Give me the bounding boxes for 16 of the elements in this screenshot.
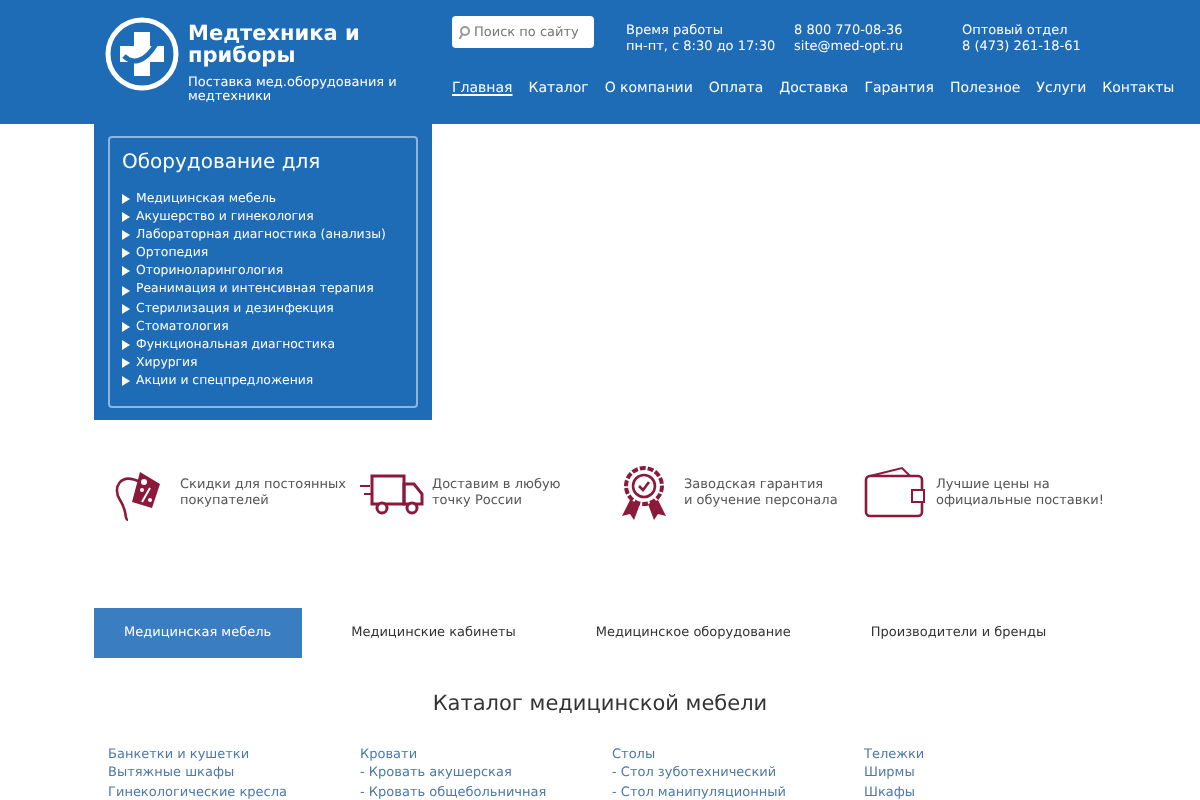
- bullet-icon: [122, 321, 130, 332]
- search-icon: [458, 26, 470, 40]
- bullet-icon: [122, 303, 130, 314]
- bullet-icon: [122, 357, 130, 368]
- logo-title: Медтехника и приборы: [188, 24, 362, 68]
- logo-icon: [104, 16, 180, 92]
- bullet-icon: [122, 194, 130, 205]
- bullet-icon: [122, 339, 130, 350]
- bullet-icon: [122, 266, 130, 277]
- catalog-title: Каталог медицинской мебели: [430, 690, 770, 720]
- bullet-icon: [122, 248, 130, 259]
- bullet-icon: [122, 285, 130, 296]
- bullet-icon: [122, 375, 130, 386]
- panel-title: Оборудование для: [122, 150, 323, 178]
- bullet-icon: [122, 212, 130, 223]
- bullet-icon: [122, 230, 130, 241]
